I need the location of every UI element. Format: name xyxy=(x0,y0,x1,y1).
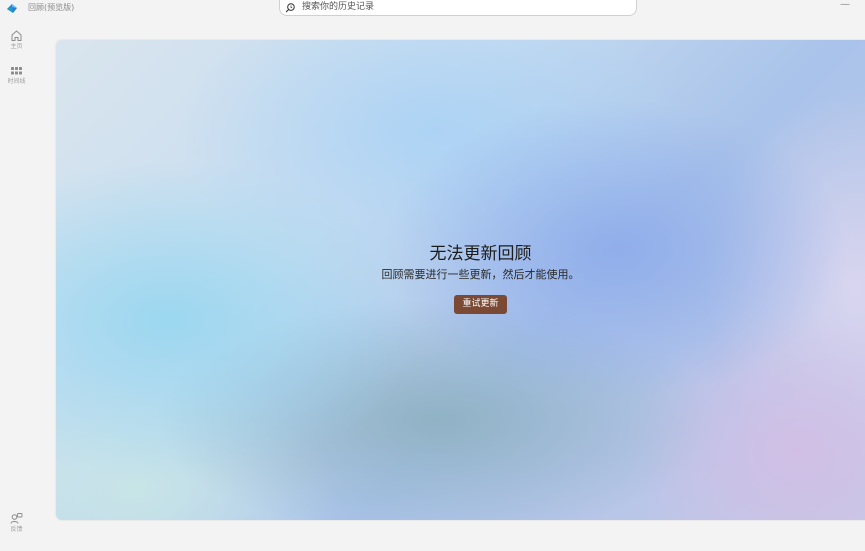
recall-window: 回顾(预览版) 搜索你的历史记录 — 主页 时间线 反馈 无法更新回顾 回顾需要… xyxy=(0,0,865,551)
home-icon xyxy=(11,30,22,41)
nav-item-home[interactable]: 主页 xyxy=(4,29,29,51)
nav-label-timeline: 时间线 xyxy=(7,78,26,85)
nav-item-feedback[interactable]: 反馈 xyxy=(4,512,29,534)
timeline-grid-icon xyxy=(11,67,22,75)
nav-label-home: 主页 xyxy=(10,43,23,50)
page-subtitle: 回顾需要进行一些更新，然后才能使用。 xyxy=(381,268,580,281)
search-history-icon xyxy=(285,3,295,13)
page-title: 无法更新回顾 xyxy=(429,244,532,264)
nav-item-timeline[interactable]: 时间线 xyxy=(4,65,29,86)
recall-app-icon xyxy=(7,4,17,13)
search-placeholder: 搜索你的历史记录 xyxy=(302,2,375,12)
nav-label-feedback: 反馈 xyxy=(10,526,23,533)
feedback-icon xyxy=(10,513,23,524)
main-content-panel: 无法更新回顾 回顾需要进行一些更新，然后才能使用。 重试更新 xyxy=(56,40,865,520)
minimize-button[interactable]: — xyxy=(839,0,851,12)
app-title: 回顾(预览版) xyxy=(28,3,75,12)
search-input[interactable]: 搜索你的历史记录 xyxy=(279,0,637,16)
title-bar: 回顾(预览版) 搜索你的历史记录 — xyxy=(0,0,865,16)
retry-update-button[interactable]: 重试更新 xyxy=(454,295,507,314)
update-error-message: 无法更新回顾 回顾需要进行一些更新，然后才能使用。 重试更新 xyxy=(56,243,865,314)
